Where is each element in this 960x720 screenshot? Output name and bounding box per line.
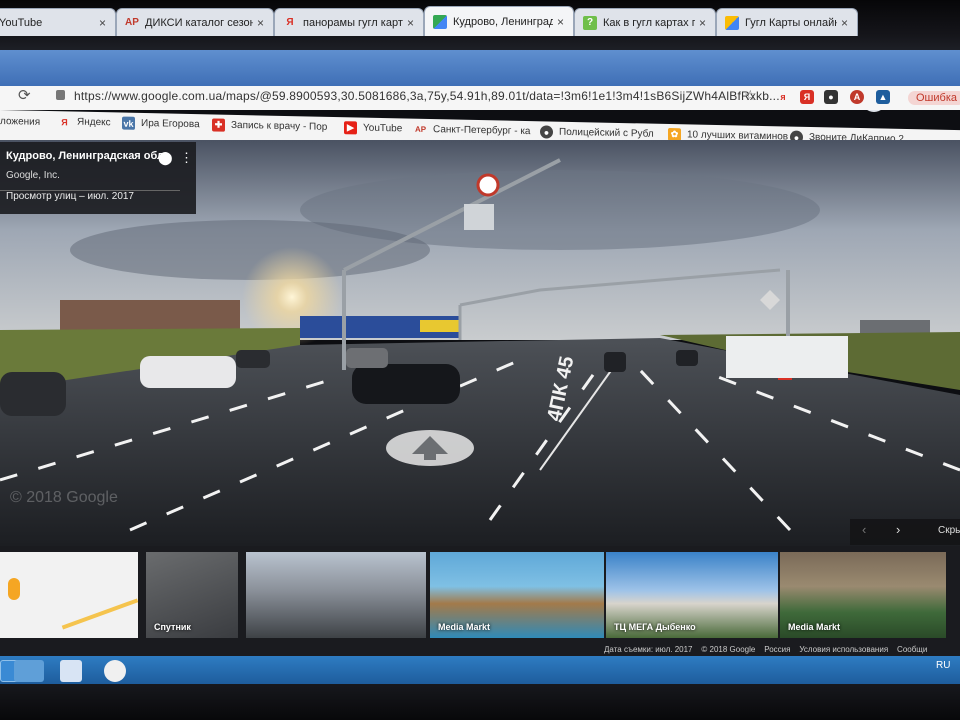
lock-icon: [56, 90, 65, 100]
filmstrip: Спутник Media Markt ТЦ МЕГА Дыбенко Medi…: [0, 546, 960, 656]
medical-icon: ✚: [212, 118, 225, 132]
thumb-caption: Спутник: [154, 622, 191, 632]
bookmark-vk[interactable]: vk Ира Егорова: [122, 116, 200, 132]
location-pin-icon[interactable]: ⬤: [158, 150, 173, 166]
url-field[interactable]: https://www.google.com.ua/maps/@59.89005…: [74, 89, 780, 103]
windows-taskbar: [0, 656, 960, 684]
ext-icon[interactable]: ●: [824, 90, 838, 104]
chevron-right-icon[interactable]: ›: [896, 522, 900, 537]
divider: [0, 190, 180, 191]
bookmark-label: ложения: [0, 116, 41, 128]
photo-thumb-mega[interactable]: ТЦ МЕГА Дыбенко: [606, 552, 778, 638]
yandex-icon: Я: [286, 17, 294, 28]
capture-date[interactable]: Просмотр улиц – июл. 2017: [6, 191, 190, 202]
ap-icon: AP: [125, 17, 139, 28]
close-icon[interactable]: ×: [407, 16, 417, 30]
photo-thumb-media-markt[interactable]: Media Markt: [430, 552, 604, 638]
watermark: © 2018 Google: [10, 489, 118, 506]
location-card: Кудрово, Ленинградская обл. Google, Inc.…: [0, 142, 196, 214]
adblock-icon[interactable]: A: [850, 90, 864, 104]
filmstrip-nav: ‹ › Скры: [850, 519, 960, 545]
bookmark-doctor[interactable]: ✚ Запись к врачу - Пор: [212, 118, 327, 133]
question-icon: ?: [583, 15, 597, 30]
bookmark-label: Запись к врачу - Пор: [231, 119, 328, 133]
google-maps-icon: [433, 14, 447, 29]
tab-maps-online[interactable]: Гугл Карты онлайн (Go ×: [716, 8, 858, 36]
vk-icon: vk: [122, 116, 135, 130]
bookmark-apps[interactable]: ложения: [0, 116, 40, 128]
taskbar-app-icon[interactable]: [60, 660, 82, 682]
tab-strip: [0, 50, 960, 86]
monitor-bezel-bottom: [0, 684, 960, 720]
tab-youtube[interactable]: YouTube ×: [0, 8, 116, 36]
image-owner[interactable]: Google, Inc.: [6, 170, 190, 181]
yandex-ext-icon[interactable]: я: [776, 90, 790, 104]
thumb-caption: Media Markt: [438, 622, 491, 632]
tab-label: Как в гугл картах посм: [603, 16, 695, 29]
photo-thumb-road[interactable]: [246, 552, 426, 638]
taskbar-explorer[interactable]: [14, 660, 44, 682]
close-icon[interactable]: ×: [841, 16, 851, 30]
tab-label: YouTube: [0, 16, 43, 29]
tab-how-to[interactable]: ? Как в гугл картах посм ×: [574, 8, 716, 36]
photo-thumb-media-markt-2[interactable]: Media Markt: [780, 552, 946, 638]
close-icon[interactable]: ×: [99, 16, 109, 30]
minimap-thumb[interactable]: [0, 552, 138, 638]
bookmark-label: Санкт-Петербург - ка: [433, 124, 531, 138]
tab-kudrovo[interactable]: Кудрово, Ленинградск ×: [424, 6, 574, 36]
hide-button[interactable]: Скры: [938, 525, 960, 536]
tab-label: Кудрово, Ленинградск: [453, 15, 553, 28]
yandex-browser-taskbar-icon[interactable]: [104, 660, 126, 682]
tab-label: Гугл Карты онлайн (Go: [745, 16, 837, 29]
yandex-icon: Я: [61, 116, 68, 127]
yandex-browser-icon[interactable]: Я: [800, 90, 814, 104]
more-options-icon[interactable]: ⋮: [180, 150, 193, 166]
tab-dixi[interactable]: AP ДИКСИ каталог сезон ×: [116, 8, 274, 36]
map-footer: Дата съемки: июл. 2017 © 2018 Google Рос…: [604, 645, 927, 654]
pegman-icon[interactable]: [8, 578, 20, 600]
bookmark-policeman[interactable]: ● Полицейский с Рубл: [540, 125, 654, 140]
error-badge[interactable]: Ошибка: [908, 91, 960, 105]
bookmark-yandex[interactable]: Я Яндекс: [58, 115, 111, 129]
reload-button[interactable]: ⟳: [18, 86, 31, 104]
close-icon[interactable]: ×: [557, 15, 567, 29]
youtube-icon: ▶: [344, 121, 357, 135]
spy-icon: ●: [540, 125, 553, 139]
bookmark-star-icon[interactable]: ☆: [744, 87, 757, 104]
chevron-left-icon[interactable]: ‹: [862, 522, 866, 537]
maps-icon: [725, 15, 739, 30]
thumb-caption: ТЦ МЕГА Дыбенко: [614, 622, 696, 632]
footer-country[interactable]: Россия: [764, 645, 790, 654]
thumb-caption: Media Markt: [788, 622, 841, 632]
bookmark-youtube[interactable]: ▶ YouTube: [344, 121, 402, 135]
close-icon[interactable]: ×: [257, 16, 267, 30]
bookmark-label: Полицейский с Рубл: [559, 126, 654, 140]
language-indicator[interactable]: RU: [936, 660, 950, 671]
tab-label: панорамы гугл карты: [303, 16, 403, 29]
shield-icon[interactable]: ▲: [876, 90, 890, 104]
bookmark-label: Яндекс: [77, 116, 111, 129]
footer-terms[interactable]: Условия использования: [799, 645, 888, 654]
minimap-road: [61, 598, 138, 630]
satellite-thumb[interactable]: Спутник: [146, 552, 238, 638]
footer-report[interactable]: Сообщи: [897, 645, 927, 654]
footer-copyright: © 2018 Google: [701, 645, 756, 654]
footer-capture-date: Дата съемки: июл. 2017: [604, 645, 693, 654]
tab-label: ДИКСИ каталог сезон: [145, 16, 253, 29]
ap-icon: AP: [414, 124, 427, 134]
bookmark-label: YouTube: [363, 122, 403, 135]
bookmark-label: Ира Егорова: [141, 117, 200, 131]
bookmark-spb[interactable]: AP Санкт-Петербург - ка: [414, 123, 531, 138]
tab-panoramas[interactable]: Я панорамы гугл карты ×: [274, 8, 424, 36]
close-icon[interactable]: ×: [699, 16, 709, 30]
